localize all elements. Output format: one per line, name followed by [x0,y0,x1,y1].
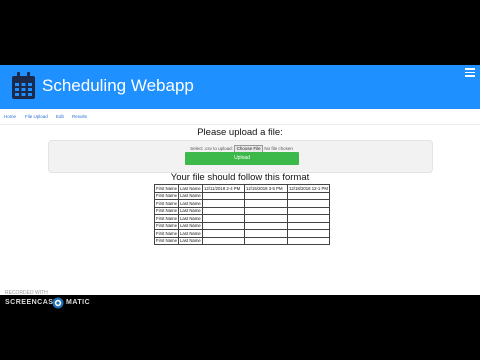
table-cell: Last Name [178,214,204,223]
table-cell [287,229,331,238]
table-cell [202,199,246,208]
table-row: First Name Last Name [153,236,331,245]
breadcrumb-nav: Home File Upload Edit Results [0,109,480,125]
table-cell: 12/18/2018 12-1 PM [287,184,331,193]
format-table: First Name Last Name 12/11/2018 2-4 PM 1… [153,184,331,245]
table-cell: First Name [153,184,180,193]
table-cell: Last Name [178,191,204,200]
table-cell [244,199,289,208]
hamburger-icon[interactable] [465,68,475,77]
table-cell [244,236,289,245]
table-cell [287,191,331,200]
nav-edit[interactable]: Edit [56,114,64,119]
screencast-watermark: RECORDED WITH SCREENCAST MATIC [5,290,95,320]
table-cell: First Name [153,214,180,223]
table-row: First Name Last Name [153,191,331,200]
recorded-with-text: RECORDED WITH [5,290,48,296]
table-cell [244,229,289,238]
app-header: Scheduling Webapp [0,65,480,109]
table-cell: First Name [153,221,180,230]
file-label: Select .csv to upload: [190,146,233,151]
upload-button[interactable]: Upload [185,152,299,165]
table-cell [287,221,331,230]
table-header-row: First Name Last Name 12/11/2018 2-4 PM 1… [153,184,331,193]
table-row: First Name Last Name [153,206,331,215]
table-cell: 12/15/2018 3-5 PM [244,184,289,193]
table-cell: First Name [153,236,180,245]
table-cell: Last Name [178,229,204,238]
table-cell: Last Name [178,206,204,215]
table-cell [287,206,331,215]
upload-panel: Select .csv to upload: Choose File No fi… [48,140,433,173]
app-viewport: Scheduling Webapp Home File Upload Edit … [0,65,480,295]
table-cell: Last Name [178,199,204,208]
table-cell [244,221,289,230]
table-cell [287,214,331,223]
table-cell [202,236,246,245]
screencast-logo-icon [52,297,64,309]
table-cell [244,214,289,223]
app-title: Scheduling Webapp [42,76,194,95]
calendar-icon [12,72,35,99]
table-cell [287,199,331,208]
nav-home[interactable]: Home [4,114,16,119]
table-cell: Last Name [178,184,204,193]
table-cell: First Name [153,229,180,238]
table-row: First Name Last Name [153,199,331,208]
table-cell [202,214,246,223]
table-cell: Last Name [178,236,204,245]
table-cell: First Name [153,206,180,215]
table-cell [202,206,246,215]
table-cell [202,221,246,230]
table-row: First Name Last Name [153,221,331,230]
table-cell: 12/11/2018 2-4 PM [202,184,246,193]
table-cell [244,191,289,200]
no-file-text: No file chosen [264,146,293,151]
format-heading: Your file should follow this format [170,172,310,183]
table-cell [202,191,246,200]
table-cell: First Name [153,199,180,208]
table-row: First Name Last Name [153,214,331,223]
watermark-brand-right: MATIC [66,299,91,306]
nav-results[interactable]: Results [72,114,87,119]
upload-heading: Please upload a file: [197,127,283,138]
table-row: First Name Last Name [153,229,331,238]
table-cell: Last Name [178,221,204,230]
table-cell [244,206,289,215]
watermark-brand-left: SCREENCAST [5,299,59,306]
table-cell [202,229,246,238]
table-cell [287,236,331,245]
nav-file-upload[interactable]: File Upload [25,114,48,119]
table-cell: First Name [153,191,180,200]
